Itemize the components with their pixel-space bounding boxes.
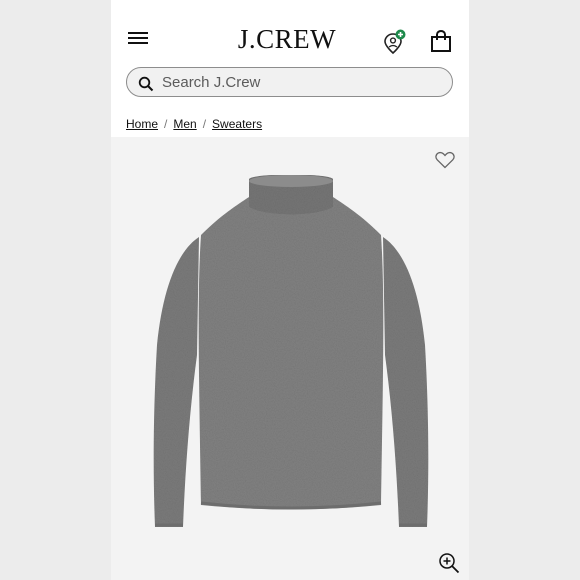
sweater-image xyxy=(153,175,429,527)
site-header: J.CREW xyxy=(111,0,469,64)
breadcrumb: Home / Men / Sweaters xyxy=(126,117,262,131)
location-pin-plus-icon[interactable] xyxy=(381,28,409,56)
breadcrumb-home[interactable]: Home xyxy=(126,117,158,131)
shopping-bag-icon[interactable] xyxy=(428,29,454,53)
search-input[interactable]: Search J.Crew xyxy=(126,67,453,97)
heart-icon[interactable] xyxy=(435,151,455,169)
product-image-area xyxy=(111,137,469,580)
breadcrumb-separator: / xyxy=(202,117,207,131)
search-placeholder: Search J.Crew xyxy=(162,74,261,91)
search-icon xyxy=(138,76,154,92)
left-backdrop xyxy=(0,0,111,580)
right-backdrop xyxy=(469,0,580,580)
site-logo[interactable]: J.CREW xyxy=(235,24,339,55)
breadcrumb-separator: / xyxy=(164,117,168,131)
menu-icon[interactable] xyxy=(128,30,150,46)
breadcrumb-sweaters[interactable]: Sweaters xyxy=(212,117,262,131)
zoom-in-icon[interactable] xyxy=(438,552,460,574)
breadcrumb-men[interactable]: Men xyxy=(173,117,196,131)
mobile-page: J.CREW Search J.Crew Home / Men / Sweaters xyxy=(111,0,469,580)
